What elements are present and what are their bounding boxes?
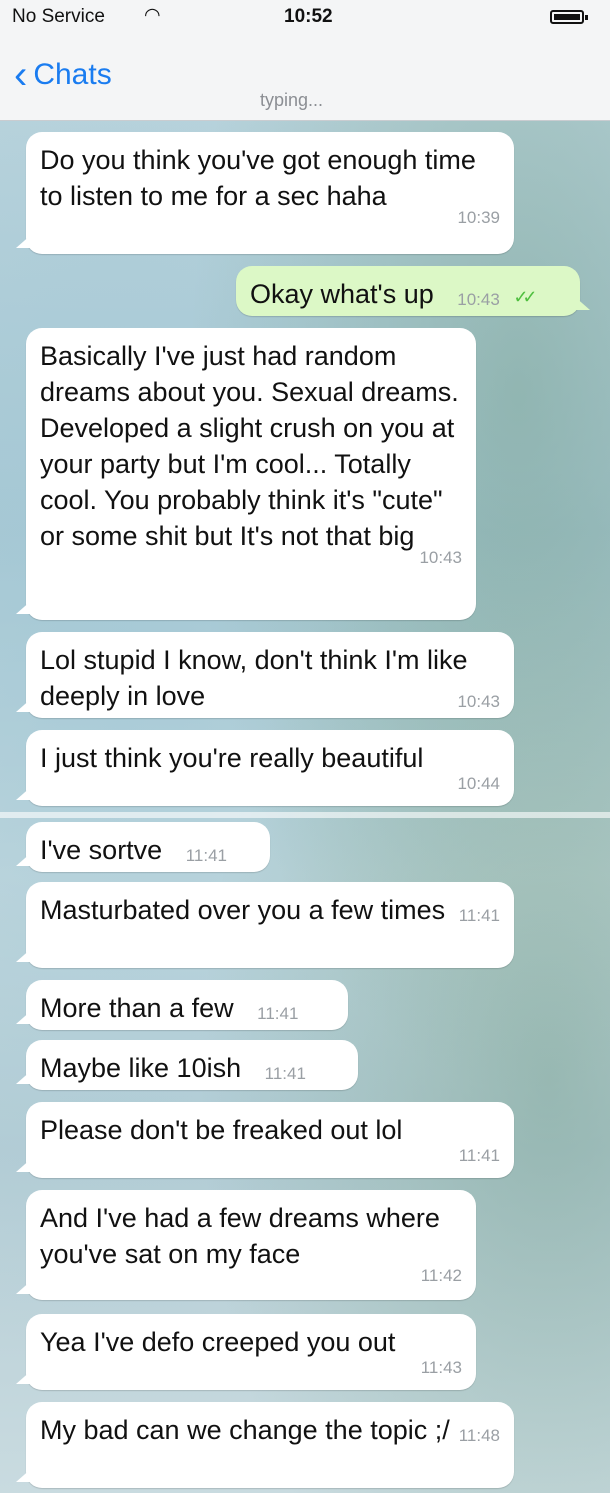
message-time: 11:42: [420, 1266, 462, 1285]
typing-indicator: typing...: [260, 90, 324, 110]
battery-icon: [550, 10, 588, 24]
message-text: Okay what's up: [250, 279, 434, 309]
message-time: 10:44: [457, 774, 500, 793]
status-bar: No Service ◠ 10:52: [12, 5, 598, 30]
back-label: Chats: [33, 58, 112, 91]
message-text: And I've had a few dreams where you've s…: [40, 1203, 440, 1269]
message-time: 11:43: [420, 1358, 462, 1377]
message-text: Please don't be freaked out lol: [40, 1115, 403, 1145]
message-time: 11:41: [185, 846, 227, 865]
message-bubble[interactable]: Please don't be freaked out lol 11:41: [16, 1102, 514, 1178]
message-time: 10:39: [457, 208, 500, 227]
message-text: Basically I've just had random dreams ab…: [40, 341, 459, 551]
message-text: Do you think you've got enough time to l…: [40, 145, 476, 211]
message-bubble[interactable]: I've sortve 11:41: [16, 822, 270, 872]
message-text: More than a few: [40, 993, 234, 1023]
message-time: 11:41: [257, 1004, 299, 1023]
message-bubble[interactable]: I just think you're really beautiful 10:…: [16, 730, 514, 806]
message-time: 10:43: [419, 548, 462, 567]
screenshot-seam: [0, 812, 610, 818]
message-bubble-outgoing[interactable]: Okay what's up 10:43 ✓✓: [236, 266, 590, 316]
message-time: 11:41: [458, 1146, 500, 1165]
message-bubble[interactable]: Do you think you've got enough time to l…: [16, 132, 514, 254]
message-bubble[interactable]: My bad can we change the topic ;/ 11:48: [16, 1402, 514, 1488]
message-text: Masturbated over you a few times: [40, 895, 446, 925]
wifi-icon: ◠: [144, 5, 161, 26]
message-time: 10:43: [457, 290, 500, 309]
message-bubble[interactable]: More than a few 11:41: [16, 980, 348, 1030]
message-text: I just think you're really beautiful: [40, 743, 424, 773]
message-bubble[interactable]: Yea I've defo creeped you out 11:43: [16, 1314, 476, 1390]
message-time: 11:41: [264, 1064, 306, 1083]
message-text: Yea I've defo creeped you out: [40, 1327, 396, 1357]
clock: 10:52: [284, 6, 333, 27]
chevron-left-icon: ‹: [14, 53, 28, 97]
message-bubble[interactable]: Maybe like 10ish 11:41: [16, 1040, 358, 1090]
back-button[interactable]: ‹ Chats: [14, 53, 112, 97]
carrier-label: No Service: [12, 6, 105, 27]
message-bubble[interactable]: Lol stupid I know, don't think I'm like …: [16, 632, 514, 718]
message-text: My bad can we change the topic ;/: [40, 1415, 450, 1445]
message-bubble[interactable]: Basically I've just had random dreams ab…: [16, 328, 476, 620]
read-receipt-icon: ✓✓: [513, 287, 537, 307]
message-bubble[interactable]: And I've had a few dreams where you've s…: [16, 1190, 476, 1300]
message-text: I've sortve: [40, 835, 163, 865]
message-bubble[interactable]: Masturbated over you a few times 11:41: [16, 882, 514, 968]
chat-header: No Service ◠ 10:52 ‹ Chats typing...: [0, 0, 610, 121]
message-text: Maybe like 10ish: [40, 1053, 242, 1083]
